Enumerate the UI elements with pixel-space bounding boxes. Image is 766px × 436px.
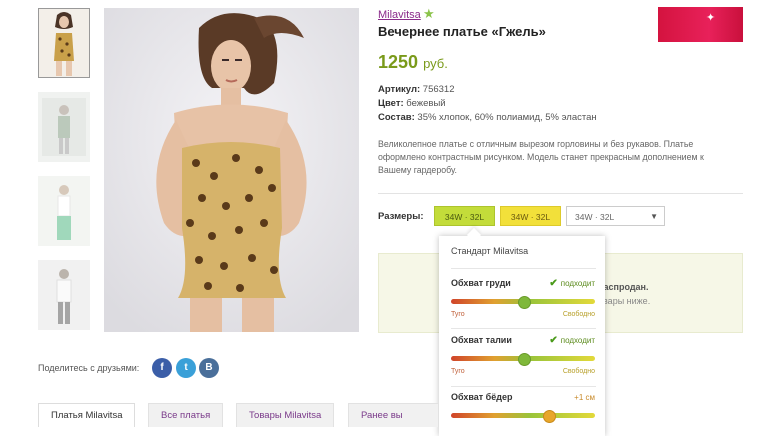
tab-milavitsa-dresses[interactable]: Платья Milavitsa [38,403,136,427]
price-currency: руб. [423,56,448,71]
measure-bust-right-label: Свободно [562,311,595,318]
size-option-1[interactable]: 34W · 32L [434,206,495,226]
main-product-photo[interactable] [104,8,359,332]
color-value: бежевый [406,98,446,109]
measure-bust-status-text: подходит [560,279,595,288]
thumbnail-2[interactable] [38,92,90,162]
measure-waist-right-label: Свободно [562,368,595,375]
thumbnail-2-image [38,92,90,162]
measure-waist-status-text: подходит [560,336,595,345]
measure-hips-knob [543,410,557,423]
popup-divider [451,386,596,387]
sku-label: Артикул: [378,84,421,95]
popup-divider [451,328,596,329]
thumbnail-3-image [38,176,90,246]
thumbnail-4[interactable] [38,260,90,330]
measure-waist-knob [517,353,531,366]
measure-waist-left-label: Туго [451,368,465,375]
measure-hips-status: +1 см [574,393,595,402]
availability-line-2: овары ниже. [598,296,651,306]
check-icon: ✔ [549,278,558,289]
measure-bust-status: ✔ подходит [549,278,595,289]
tab-milavitsa-products[interactable]: Товары Milavitsa [236,403,335,427]
measure-waist-status: ✔ подходит [549,335,595,346]
share-label: Поделитесь с друзьями: [38,363,140,373]
thumbnail-4-image [38,260,90,330]
sparkle-icon: ✦ [706,12,716,24]
thumbnail-3[interactable] [38,176,90,246]
check-icon: ✔ [549,335,558,346]
sizes-label: Размеры: [378,211,424,222]
composition-row: Состав: 35% хлопок, 60% полиамид, 5% эла… [378,112,597,123]
size-option-2[interactable]: 34W · 32L [500,206,561,226]
composition-value: 35% хлопок, 60% полиамид, 5% эластан [417,112,597,123]
promo-banner[interactable]: ✦ [658,7,743,42]
facebook-share-icon[interactable]: f [152,358,172,378]
vk-share-icon[interactable]: B [199,358,219,378]
composition-label: Состав: [378,112,415,123]
model-in-leopard-dress-image [104,8,359,332]
tab-all-dresses[interactable]: Все платья [148,403,224,427]
product-title: Вечернее платье «Гжель» [378,24,546,39]
measure-hips-bar [451,413,595,418]
price-value: 1250 [378,52,419,72]
color-row: Цвет: бежевый [378,98,446,109]
tab-recently-viewed[interactable]: Ранее вы смотр [348,403,439,427]
measure-bust-left-label: Туго [451,311,465,318]
measure-bust-name: Обхват груди [451,278,511,288]
popup-title: Стандарт Milavitsa [451,246,529,256]
sku-value: 756312 [422,84,455,95]
caret-down-icon: ▼ [650,212,658,221]
measure-bust-knob [517,296,531,309]
popup-divider [451,268,596,269]
size-select-value: 34W · 32L [575,212,615,222]
measure-hips-name: Обхват бёдер [451,392,513,402]
product-price: 1250 руб. [378,52,448,73]
thumbnail-1[interactable] [38,8,90,78]
thumbnail-1-image [39,9,89,77]
availability-line-1: распродан. [598,282,649,292]
color-label: Цвет: [378,98,404,109]
twitter-share-icon[interactable]: t [176,358,196,378]
measure-waist-name: Обхват талии [451,335,512,345]
brand-link[interactable]: Milavitsa [378,9,421,21]
sku-row: Артикул: 756312 [378,84,455,95]
size-select[interactable]: 34W · 32L ▼ [566,206,665,226]
popup-arrow [466,227,482,243]
favorite-star-icon[interactable]: ★ [423,6,435,22]
divider [378,193,743,194]
size-fit-popup: Стандарт Milavitsa Обхват груди ✔ подходи… [439,227,605,436]
product-description: Великолепное платье с отличным вырезом г… [378,139,704,175]
